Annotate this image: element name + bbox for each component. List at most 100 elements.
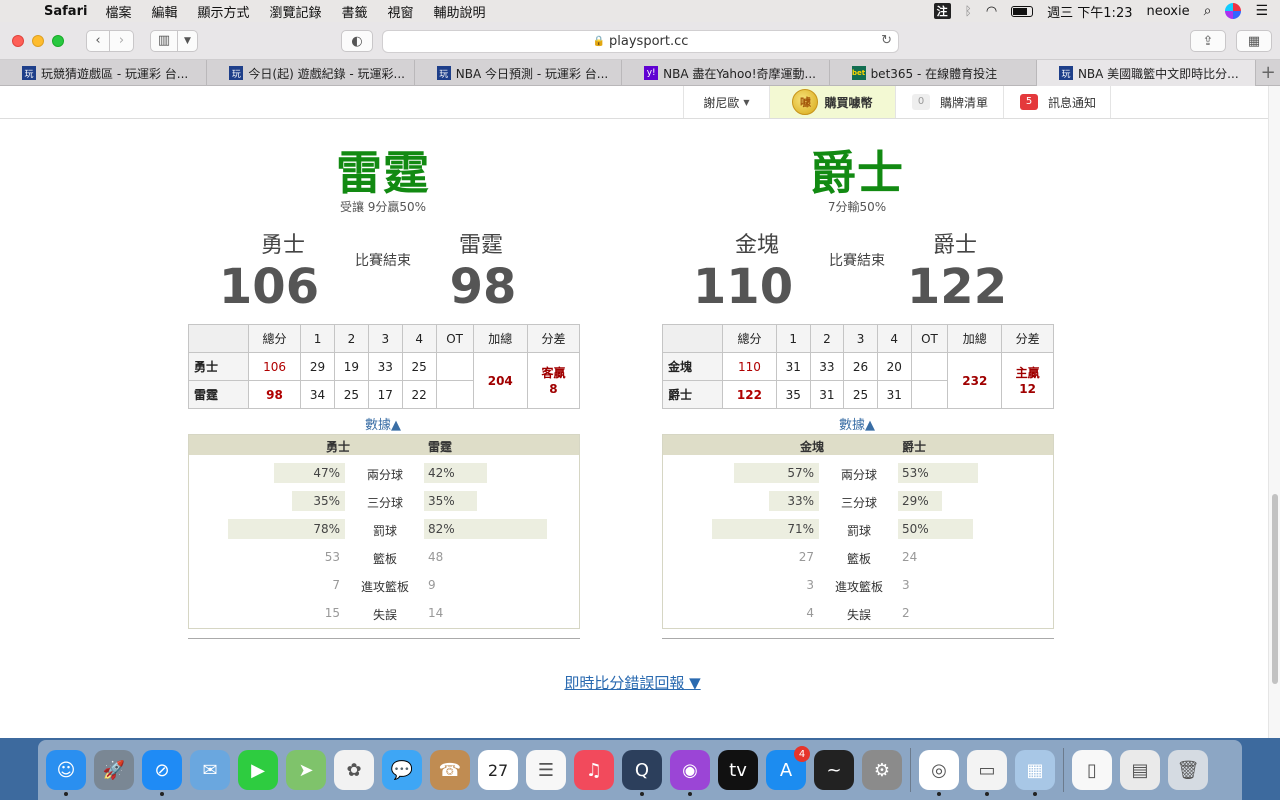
bet365-favicon-icon: bet	[851, 66, 866, 80]
tab-title: 今日(起) 遊戲紀錄 - 玩運彩...	[248, 66, 405, 81]
spotlight-icon[interactable]: ⌕	[1204, 3, 1212, 19]
music-icon[interactable]: ♫	[574, 750, 614, 790]
notification-count-badge: 5	[1020, 94, 1038, 110]
dock-glyph: tv	[729, 759, 747, 781]
menu-file[interactable]: 檔案	[105, 2, 131, 21]
stat-value-right: 35%	[428, 494, 455, 508]
spreadsheet-icon[interactable]: ▤	[1120, 750, 1160, 790]
menu-app-name[interactable]: Safari	[44, 4, 87, 19]
browser-tab-active[interactable]: 玩 NBA 美國職籃中文即時比分...	[1036, 60, 1257, 86]
browser-tab[interactable]: 玩今日(起) 遊戲紀錄 - 玩運彩...	[207, 60, 415, 86]
away-team-name: 勇士	[260, 233, 305, 258]
toggle-stats-link[interactable]: 數據▲	[657, 414, 1057, 433]
close-window-icon[interactable]	[12, 34, 24, 47]
mail-icon[interactable]: ✉	[190, 750, 230, 790]
caret-down-icon: ▼	[743, 97, 750, 107]
facetime-icon[interactable]: ▶	[238, 750, 278, 790]
grid-icon: ▦	[1247, 33, 1261, 49]
photos-icon[interactable]: ✿	[334, 750, 374, 790]
siri-icon[interactable]	[1225, 3, 1242, 19]
score-error-report-link[interactable]: 即時比分錯誤回報 ▼	[0, 672, 1265, 693]
purchase-list-link[interactable]: 0 購牌清單	[895, 86, 1003, 118]
browser-tab[interactable]: 玩 NBA 今日預測 - 玩運彩 台...	[415, 60, 623, 86]
voice-memos-icon[interactable]: ~	[814, 750, 854, 790]
zoom-window-icon[interactable]	[52, 34, 64, 47]
away-score: 110	[692, 259, 794, 315]
toggle-stats-link[interactable]: 數據▲	[183, 414, 583, 433]
table-row: 勇士 106 29 19 33 25 204 客贏 8	[188, 352, 581, 409]
lock-icon: 🔒	[592, 36, 606, 47]
address-bar[interactable]: 🔒 playsport.cc ↻	[382, 30, 899, 53]
table-row: 金塊 110 31 33 26 20 232 主贏 12	[662, 352, 1054, 409]
back-button[interactable]: ‹	[86, 29, 110, 52]
reload-icon[interactable]: ↻	[881, 33, 892, 48]
reminders-icon[interactable]: ☰	[526, 750, 566, 790]
tab-overview-button[interactable]: ▦	[1236, 30, 1272, 52]
browser-tab[interactable]: y! NBA 盡在Yahoo!奇摩運動...	[622, 60, 830, 86]
chrome-icon[interactable]: ◎	[919, 750, 959, 796]
scrollbar-thumb[interactable]	[1272, 494, 1278, 684]
document-icon[interactable]: ▭	[967, 750, 1007, 796]
stat-row: 15 失誤 14	[189, 601, 581, 623]
preview-icon[interactable]: ▦	[1015, 750, 1055, 796]
finder-icon[interactable]: ☺	[46, 750, 86, 796]
page-scrollbar[interactable]	[1268, 86, 1280, 738]
trash-icon[interactable]: 🗑	[1168, 750, 1208, 790]
user-menu[interactable]: 謝尼歐 ▼	[683, 86, 769, 118]
stat-value-left: 3	[806, 578, 814, 592]
playsport-favicon-icon: 玩	[229, 66, 244, 80]
menu-history[interactable]: 瀏覽記錄	[269, 2, 321, 21]
running-indicator	[64, 792, 68, 796]
user-name[interactable]: neoxie	[1146, 4, 1189, 19]
safari-icon[interactable]: ⊘	[142, 750, 182, 796]
menu-help[interactable]: 輔助說明	[434, 2, 486, 21]
contacts-icon[interactable]: ☎	[430, 750, 470, 790]
bluetooth-icon[interactable]: ᛒ	[965, 4, 972, 18]
stat-label: 進攻籃板	[360, 580, 409, 594]
new-tab-button[interactable]: +	[1256, 60, 1280, 85]
dock: ☺ 🚀 ⊘ ✉ ▶ ➤ ✿ 💬 ☎ 27 ☰ ♫ Q ◉ tv A 4 ~ ⚙ ◎ ▭ ▦ ▯ ▤ 🗑	[38, 740, 1242, 800]
control-center-icon[interactable]: ☰	[1255, 3, 1268, 19]
stat-row: 7 進攻籃板 9	[189, 573, 581, 595]
podcasts-icon[interactable]: ◉	[670, 750, 710, 796]
browser-tab[interactable]: 玩玩競猜遊戲區 - 玩運彩 台...	[0, 60, 208, 86]
stat-value-left: 27	[798, 550, 814, 564]
buy-coins-button[interactable]: 噱購買噱幣	[769, 86, 895, 118]
coin-icon: 噱	[792, 89, 819, 115]
sidebar-button[interactable]: ▥	[150, 29, 178, 52]
forward-button[interactable]: ›	[110, 29, 134, 52]
sidebar-menu-button[interactable]: ▼	[178, 29, 198, 52]
ot-cell	[435, 352, 474, 381]
chevron-left-icon: ‹	[95, 33, 101, 48]
wifi-icon[interactable]: ◠	[986, 4, 997, 19]
stat-label: 失誤	[372, 608, 397, 622]
notifications-link[interactable]: 5 訊息通知	[1003, 86, 1111, 118]
file-icon[interactable]: ▯	[1072, 750, 1112, 790]
input-method-icon[interactable]: 注	[933, 3, 951, 19]
battery-icon[interactable]	[1011, 5, 1034, 17]
tv-icon[interactable]: tv	[718, 750, 758, 790]
menu-edit[interactable]: 編輯	[151, 2, 177, 21]
quicktime-icon[interactable]: Q	[622, 750, 662, 796]
quarter-cell: 19	[333, 352, 369, 381]
stat-row: 35% 三分球 35%	[189, 489, 581, 511]
ot-cell	[910, 380, 949, 409]
messages-icon[interactable]: 💬	[382, 750, 422, 790]
system-preferences-icon[interactable]: ⚙	[862, 750, 902, 790]
menu-view[interactable]: 顯示方式	[197, 2, 249, 21]
dock-glyph: ☎	[438, 759, 462, 781]
minimize-window-icon[interactable]	[32, 34, 44, 47]
calendar-icon[interactable]: 27	[478, 750, 518, 790]
menu-window[interactable]: 視窗	[388, 2, 414, 21]
stat-value-left: 15	[324, 606, 340, 620]
privacy-report-button[interactable]: ◐	[341, 30, 373, 52]
menu-bookmarks[interactable]: 書籤	[342, 2, 368, 21]
appstore-icon[interactable]: A4	[766, 746, 810, 790]
stat-label: 失誤	[846, 608, 871, 622]
stat-row: 27 籃板 24	[663, 545, 1055, 567]
maps-icon[interactable]: ➤	[286, 750, 326, 790]
share-button[interactable]: ⇪	[1190, 30, 1226, 52]
clock[interactable]: 週三 下午1:23	[1047, 2, 1132, 21]
browser-tab[interactable]: bet bet365 - 在線體育投注	[830, 60, 1037, 86]
launchpad-icon[interactable]: 🚀	[94, 750, 134, 790]
